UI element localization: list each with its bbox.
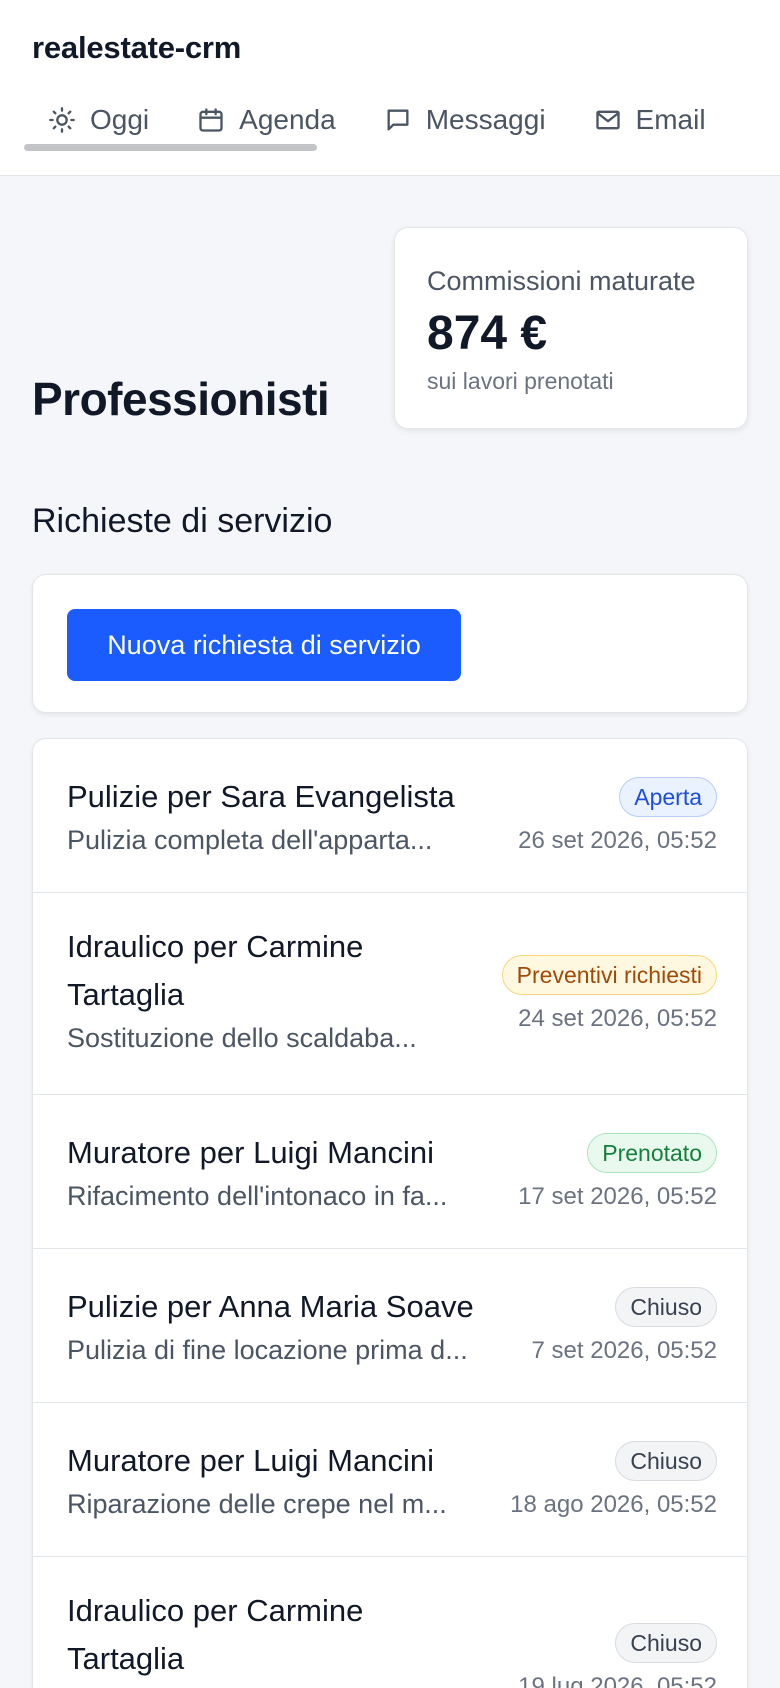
tab-label: Oggi [90,104,150,135]
tab-oggi[interactable]: Oggi [24,96,173,144]
action-card: Nuova richiesta di servizio [32,574,748,713]
list-item[interactable]: Muratore per Luigi Mancini Riparazione d… [33,1403,747,1557]
request-title: Muratore per Luigi Mancini [67,1135,435,1170]
app-header: realestate-crm Oggi Agenda Messaggi Emai… [0,0,780,176]
status-badge: Chiuso [615,1623,717,1663]
status-badge: Aperta [619,777,717,817]
request-date: 26 set 2026, 05:52 [518,827,717,854]
app-title: realestate-crm [32,30,242,65]
request-description: Pulizia completa dell'apparta... [67,825,433,855]
tab-email[interactable]: Email [570,96,730,144]
status-badge: Chiuso [615,1287,717,1327]
tab-label: Messaggi [425,104,546,135]
status-badge: Chiuso [615,1441,717,1481]
list-item[interactable]: Idraulico per Carmine Tartaglia Sostituz… [33,893,747,1095]
page-title: Professionisti [32,373,330,425]
commission-stat-card: Commissioni maturate 874 € sui lavori pr… [394,227,748,429]
tab-label: Agenda [239,104,336,135]
request-date: 19 lug 2026, 05:52 [518,1673,717,1688]
stat-caption: sui lavori prenotati [427,368,614,394]
request-title: Pulizie per Sara Evangelista [67,779,455,814]
chat-icon [387,109,409,131]
status-badge: Prenotato [587,1133,717,1173]
tab-label: Email [635,104,706,135]
request-date: 17 set 2026, 05:52 [518,1183,717,1210]
list-item[interactable]: Muratore per Luigi Mancini Rifacimento d… [33,1095,747,1249]
request-date: 18 ago 2026, 05:52 [510,1491,717,1518]
request-title: Idraulico per Carmine Tartaglia [67,1593,364,1676]
request-title: Pulizie per Anna Maria Soave [67,1289,474,1324]
tab-scroll-indicator [24,144,317,151]
list-item[interactable]: Pulizie per Sara Evangelista Pulizia com… [33,739,747,893]
request-title: Idraulico per Carmine Tartaglia [67,929,364,1012]
sun-icon [49,107,75,133]
section-title: Richieste di servizio [32,502,333,540]
list-item[interactable]: Pulizie per Anna Maria Soave Pulizia di … [33,1249,747,1403]
request-title: Muratore per Luigi Mancini [67,1443,435,1478]
new-service-request-button[interactable]: Nuova richiesta di servizio [67,609,461,681]
request-description: Sostituzione dello scaldaba... [67,1023,417,1053]
list-item[interactable]: Idraulico per Carmine Tartaglia Chiuso 1… [33,1557,747,1688]
request-description: Riparazione delle crepe nel m... [67,1489,447,1519]
tab-agenda[interactable]: Agenda [173,96,360,144]
request-date: 24 set 2026, 05:52 [518,1005,717,1032]
stat-label: Commissioni maturate [427,266,696,296]
request-description: Pulizia di fine locazione prima d... [67,1335,468,1365]
mail-icon [595,110,620,130]
calendar-icon [199,108,223,132]
tab-bar: Oggi Agenda Messaggi Email [24,96,730,146]
tab-messaggi[interactable]: Messaggi [360,96,570,144]
status-badge: Preventivi richiesti [501,955,717,995]
service-request-list: Pulizie per Sara Evangelista Pulizia com… [32,738,748,1688]
request-date: 7 set 2026, 05:52 [531,1337,717,1364]
stat-value: 874 € [427,307,548,360]
request-description: Rifacimento dell'intonaco in fa... [67,1181,448,1211]
